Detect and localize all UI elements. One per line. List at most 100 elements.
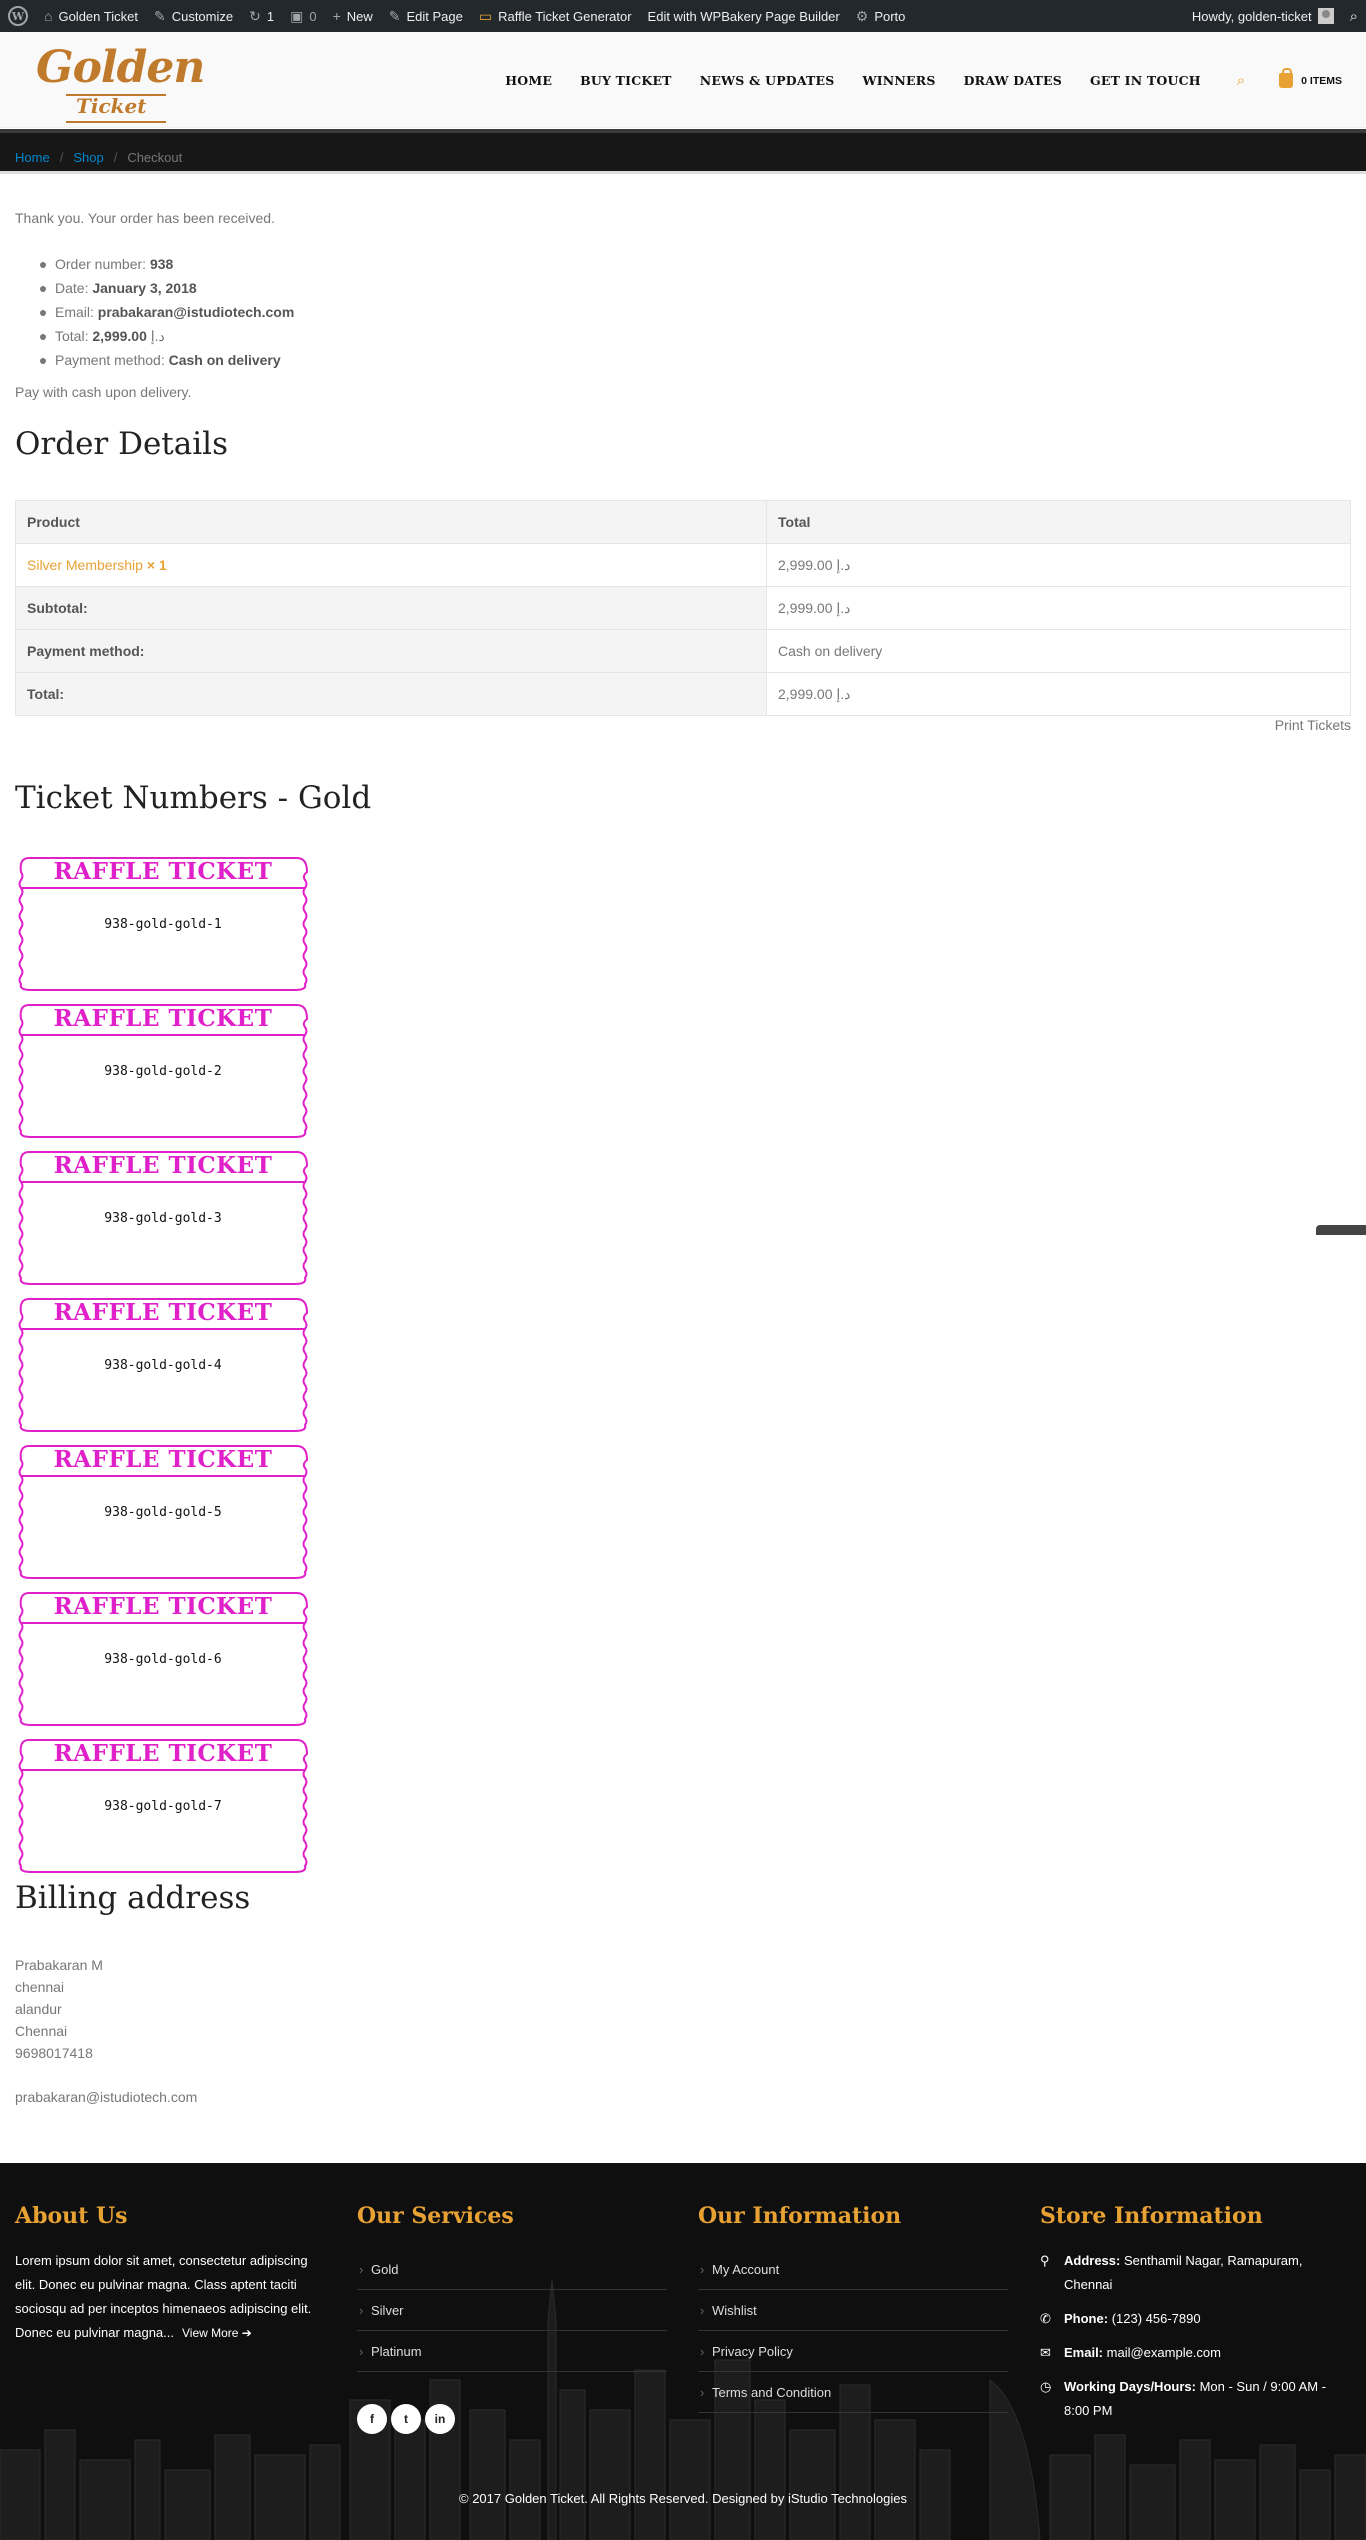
store-label: Address: (1064, 2253, 1121, 2268)
overview-label: Date: (55, 280, 89, 296)
table-row: Payment method: Cash on delivery (15, 629, 1351, 673)
shopping-bag-icon (1279, 68, 1294, 88)
ticket-number: 938-gold-gold-3 (104, 1211, 222, 1226)
product-quantity: × 1 (146, 557, 167, 573)
site-name-link[interactable]: ⌂ Golden Ticket (36, 0, 146, 32)
store-phone: ✆ Phone: (123) 456-7890 (1040, 2307, 1350, 2331)
print-tickets-link[interactable]: Print Tickets (1275, 717, 1351, 733)
ticket-title: RAFFLE TICKET (53, 1740, 273, 1767)
list-item[interactable]: Platinum (357, 2331, 667, 2372)
raffle-label: Raffle Ticket Generator (498, 8, 632, 24)
ticket-icon: ▭ (478, 7, 493, 24)
list-item[interactable]: Privacy Policy (698, 2331, 1008, 2372)
currency-symbol: د.إ (150, 328, 165, 344)
breadcrumb: Home / Shop / Checkout (15, 150, 182, 165)
ticket-title: RAFFLE TICKET (53, 1299, 273, 1326)
nav-news-updates[interactable]: NEWS & UPDATES (700, 73, 835, 88)
billing-phone: 9698017418 (15, 2045, 93, 2061)
payment-method-label: Payment method: (15, 629, 767, 673)
raffle-ticket: RAFFLE TICKET 938-gold-gold-7 (15, 1734, 311, 1881)
nav-winners[interactable]: WINNERS (863, 73, 936, 88)
ticket-title: RAFFLE TICKET (53, 1446, 273, 1473)
facebook-icon[interactable]: f (357, 2404, 387, 2434)
list-item[interactable]: Wishlist (698, 2290, 1008, 2331)
breadcrumb-home[interactable]: Home (15, 150, 50, 165)
about-text: Lorem ipsum dolor sit amet, consectetur … (15, 2253, 312, 2340)
ticket-number: 938-gold-gold-2 (104, 1064, 222, 1079)
search-icon[interactable]: ⌕ (1237, 72, 1245, 89)
about-us-column: About Us Lorem ipsum dolor sit amet, con… (15, 2203, 325, 2345)
list-item[interactable]: Terms and Condition (698, 2372, 1008, 2413)
raffle-ticket: RAFFLE TICKET 938-gold-gold-1 (15, 852, 311, 999)
logo-rule-bottom (66, 121, 166, 123)
edit-page-label: Edit Page (406, 8, 463, 24)
updates-icon: ↻ (249, 7, 261, 24)
twitter-icon[interactable]: t (391, 2404, 421, 2434)
breadcrumb-shop[interactable]: Shop (73, 150, 103, 165)
view-more-link[interactable]: View More ➔ (182, 2326, 252, 2340)
table-row: Subtotal: 2,999.00 د.إ (15, 586, 1351, 630)
comment-icon: ▣ (290, 7, 304, 24)
raffle-generator-link[interactable]: ▭ Raffle Ticket Generator (471, 0, 640, 32)
list-item[interactable]: My Account (698, 2249, 1008, 2290)
avatar (1317, 8, 1334, 24)
raffle-ticket: RAFFLE TICKET 938-gold-gold-4 (15, 1293, 311, 1440)
store-value[interactable]: mail@example.com (1107, 2345, 1221, 2360)
wp-admin-bar: W ⌂ Golden Ticket ✎ Customize ↻ 1 ▣ 0 + New ✎… (0, 0, 1366, 32)
linkedin-icon[interactable]: in (425, 2404, 455, 2434)
payment-method-cell: Cash on delivery (766, 629, 1351, 673)
information-list: My Account Wishlist Privacy Policy Terms… (698, 2249, 1008, 2413)
overview-label: Order number: (55, 256, 147, 272)
admin-search-button[interactable]: ⌕ (1342, 0, 1366, 32)
subtotal-label: Subtotal: (15, 586, 767, 630)
payment-method-value: Cash on delivery (168, 352, 281, 368)
overview-label: Payment method: (55, 352, 165, 368)
list-item[interactable]: Silver (357, 2290, 667, 2331)
store-label: Email: (1064, 2345, 1104, 2360)
ticket-number: 938-gold-gold-5 (104, 1505, 222, 1520)
cart-button[interactable]: 0 ITEMS (1279, 68, 1342, 88)
order-received-message: Thank you. Your order has been received. (15, 210, 275, 226)
ticket-title: RAFFLE TICKET (53, 1005, 273, 1032)
store-information-heading: Store Information (1040, 2203, 1263, 2229)
wpbakery-link[interactable]: Edit with WPBakery Page Builder (640, 0, 848, 32)
total-label: Total: (15, 672, 767, 716)
updates-count: 1 (266, 8, 275, 24)
nav-get-in-touch[interactable]: GET IN TOUCH (1090, 73, 1201, 88)
wp-logo-button[interactable]: W (0, 0, 36, 32)
new-content-link[interactable]: + New (325, 0, 381, 32)
store-value: (123) 456-7890 (1111, 2311, 1201, 2326)
wordpress-icon: W (8, 6, 28, 26)
service-platinum: Platinum (371, 2344, 422, 2359)
scroll-to-top-button[interactable] (1316, 1225, 1366, 1235)
nav-buy-ticket[interactable]: BUY TICKET (580, 73, 672, 88)
order-details-heading: Order Details (15, 426, 228, 462)
plus-icon: + (332, 8, 341, 24)
product-link[interactable]: Silver Membership (27, 557, 143, 573)
customize-link[interactable]: ✎ Customize (146, 0, 241, 32)
comments-link[interactable]: ▣ 0 (282, 0, 324, 32)
raffle-ticket: RAFFLE TICKET 938-gold-gold-5 (15, 1440, 311, 1587)
raffle-ticket: RAFFLE TICKET 938-gold-gold-6 (15, 1587, 311, 1734)
service-silver: Silver (371, 2303, 404, 2318)
service-gold: Gold (371, 2262, 399, 2277)
site-logo[interactable]: Golden Ticket (36, 42, 205, 123)
about-us-text: Lorem ipsum dolor sit amet, consectetur … (15, 2249, 325, 2345)
list-item[interactable]: Gold (357, 2249, 667, 2290)
breadcrumb-current: Checkout (127, 150, 183, 165)
porto-link[interactable]: ⚙ Porto (848, 0, 914, 32)
main-navigation: HOME BUY TICKET NEWS & UPDATES WINNERS D… (477, 68, 1342, 89)
nav-home[interactable]: HOME (505, 73, 552, 88)
billing-city: Chennai (15, 2023, 68, 2039)
store-information-column: Store Information ⚲ Address: Senthamil Na… (1040, 2203, 1350, 2433)
brush-icon: ✎ (153, 7, 166, 24)
store-information-list: ⚲ Address: Senthamil Nagar, Ramapuram, Ch… (1040, 2249, 1350, 2423)
updates-link[interactable]: ↻ 1 (241, 0, 282, 32)
payment-method-item: Payment method: Cash on delivery (40, 348, 294, 372)
my-account-link[interactable]: Howdy, golden-ticket (1184, 0, 1342, 32)
store-address: ⚲ Address: Senthamil Nagar, Ramapuram, Ch… (1040, 2249, 1350, 2297)
table-header: Total (766, 500, 1351, 544)
nav-draw-dates[interactable]: DRAW DATES (964, 73, 1062, 88)
home-icon: ⌂ (44, 8, 53, 24)
edit-page-link[interactable]: ✎ Edit Page (381, 0, 471, 32)
